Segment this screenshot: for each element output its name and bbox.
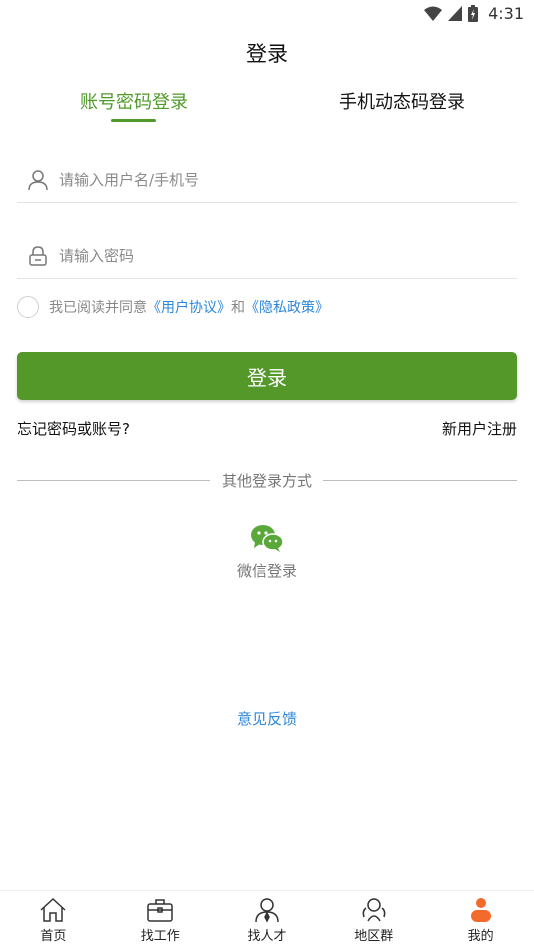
signal-icon [448, 6, 463, 21]
home-icon [40, 897, 66, 922]
username-input[interactable] [59, 170, 499, 189]
nav-item-find-job[interactable]: 找工作 [107, 891, 214, 948]
wechat-login-button[interactable]: 微信登录 [0, 524, 534, 581]
agreement-row: 我已阅读并同意 《用户协议》 和 《隐私政策》 [17, 296, 329, 318]
nav-item-find-talent[interactable]: 找人才 [214, 891, 321, 948]
nav-label-find-job: 找工作 [140, 929, 180, 944]
bottom-nav: 首页 找工作 找人才 地区群 我的 [0, 890, 534, 948]
user-agreement-link[interactable]: 《用户协议》 [147, 297, 231, 317]
active-tab-indicator [111, 119, 156, 122]
password-field-row [17, 233, 517, 279]
login-button[interactable]: 登录 [17, 352, 517, 400]
password-input[interactable] [59, 246, 499, 265]
nav-label-home: 首页 [40, 929, 67, 944]
status-time: 4:31 [488, 4, 524, 23]
nav-item-mine[interactable]: 我的 [427, 891, 534, 948]
agreement-prefix: 我已阅读并同意 [49, 300, 147, 316]
privacy-policy-link[interactable]: 《隐私政策》 [245, 297, 329, 317]
login-tabs: 账号密码登录 手机动态码登录 [0, 88, 534, 128]
wifi-icon [424, 6, 443, 21]
briefcase-icon [147, 899, 173, 922]
nav-label-mine: 我的 [467, 929, 494, 944]
wechat-login-label: 微信登录 [236, 562, 297, 580]
wechat-icon [251, 525, 284, 552]
battery-icon [468, 5, 479, 22]
status-icons: 4:31 [424, 4, 524, 23]
nav-label-find-talent: 找人才 [247, 929, 287, 944]
username-field-row [17, 157, 517, 203]
agree-radio[interactable] [17, 296, 39, 318]
nav-item-home[interactable]: 首页 [0, 891, 107, 948]
nav-label-region-group: 地区群 [354, 929, 394, 944]
divider-line-right [323, 480, 517, 481]
page-title: 登录 [246, 42, 288, 66]
other-login-divider: 其他登录方式 [17, 470, 517, 492]
tab-account-password[interactable]: 账号密码登录 [80, 88, 188, 114]
forgot-password-link[interactable]: 忘记密码或账号? [17, 418, 130, 439]
agreement-and: 和 [231, 300, 245, 316]
feedback-link[interactable]: 意见反馈 [0, 708, 534, 729]
status-bar: 4:31 [0, 0, 534, 28]
group-icon [362, 898, 386, 922]
user-icon [17, 169, 59, 191]
register-link[interactable]: 新用户注册 [442, 418, 517, 439]
person-icon [255, 898, 279, 923]
nav-item-region-group[interactable]: 地区群 [320, 891, 427, 948]
tab-phone-code[interactable]: 手机动态码登录 [339, 88, 465, 114]
profile-icon [470, 898, 491, 922]
lock-icon [17, 245, 59, 267]
